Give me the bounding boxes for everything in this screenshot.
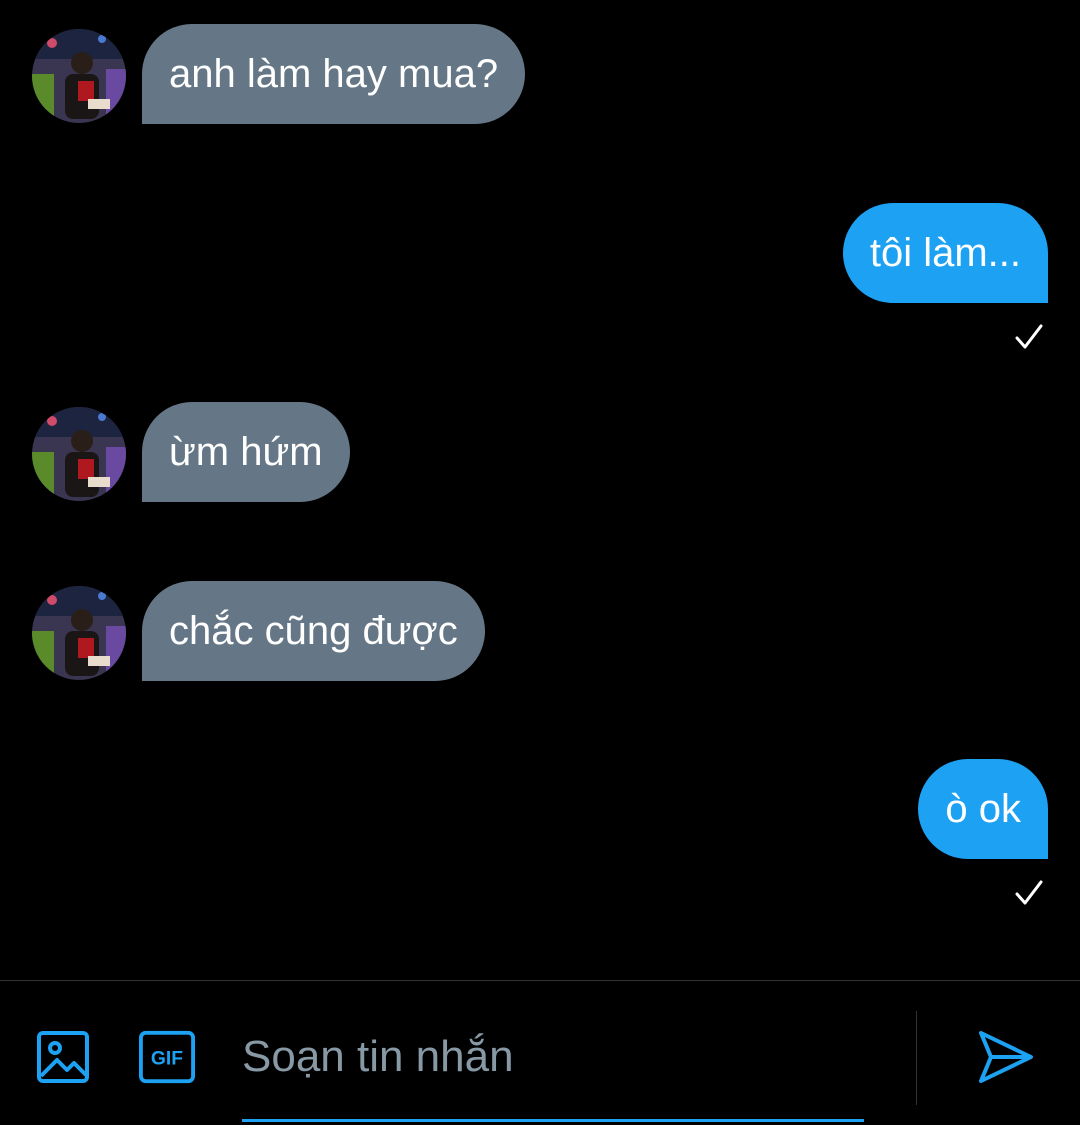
avatar-photo <box>32 407 126 501</box>
send-icon <box>979 1031 1033 1083</box>
input-underline <box>242 1119 864 1122</box>
message-text: anh làm hay mua? <box>169 51 499 96</box>
incoming-message-bubble[interactable]: ừm hứm <box>142 402 350 502</box>
outgoing-message-bubble[interactable]: ò ok <box>918 759 1048 859</box>
add-image-button[interactable] <box>35 1029 91 1085</box>
gif-icon: GIF <box>139 1030 195 1084</box>
message-text: chắc cũng được <box>169 608 458 653</box>
message-composer: GIF <box>0 980 1080 1125</box>
conversation-screen: anh làm hay mua? tôi làm... ừm hứm chắc … <box>0 0 1080 1125</box>
message-text: ừm hứm <box>169 429 323 474</box>
image-icon <box>37 1031 89 1083</box>
contact-avatar[interactable] <box>32 407 126 501</box>
checkmark-icon <box>1015 324 1043 349</box>
contact-avatar[interactable] <box>32 586 126 680</box>
message-text: ò ok <box>945 786 1021 831</box>
message-input[interactable] <box>242 1021 864 1093</box>
avatar-photo <box>32 29 126 123</box>
incoming-message-bubble[interactable]: anh làm hay mua? <box>142 24 526 124</box>
composer-divider <box>916 1011 917 1105</box>
contact-avatar[interactable] <box>32 29 126 123</box>
avatar-photo <box>32 586 126 680</box>
incoming-message-bubble[interactable]: chắc cũng được <box>142 581 485 681</box>
add-gif-button[interactable]: GIF <box>139 1029 195 1085</box>
outgoing-message-bubble[interactable]: tôi làm... <box>842 203 1048 303</box>
message-text: tôi làm... <box>869 230 1021 275</box>
checkmark-icon <box>1015 880 1043 905</box>
send-button[interactable] <box>976 1027 1036 1087</box>
gif-label: GIF <box>151 1049 183 1070</box>
